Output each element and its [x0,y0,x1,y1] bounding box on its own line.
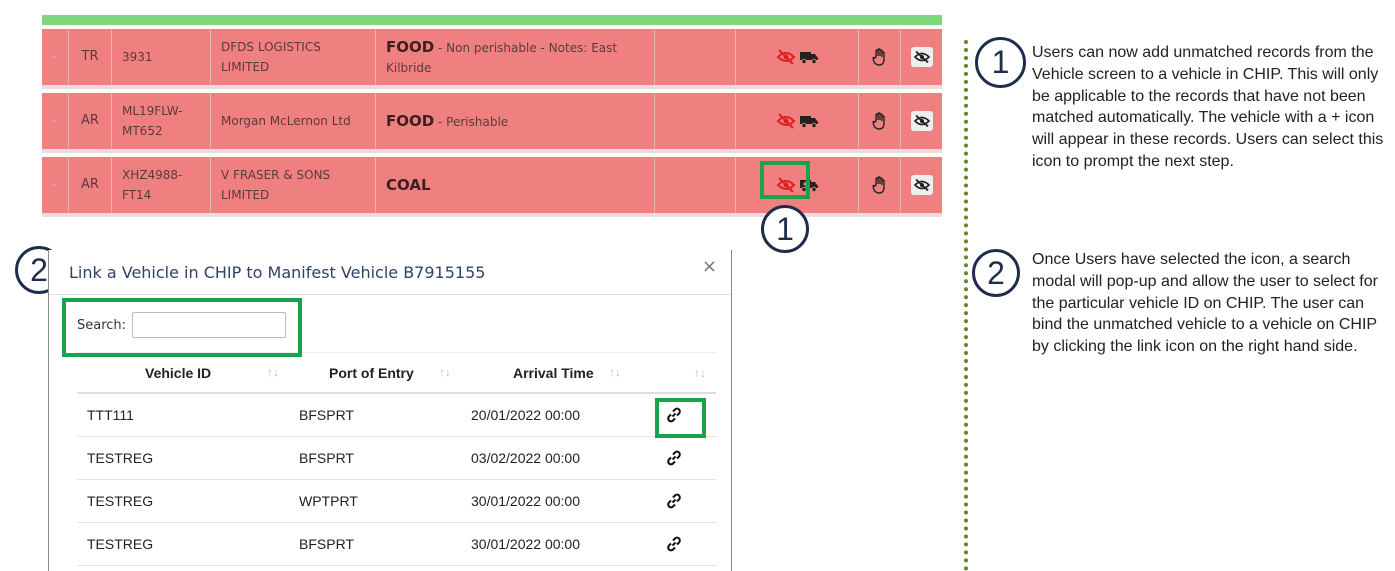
column-header-arrival-time[interactable]: Arrival Time ↑↓ [461,365,631,381]
link-icon-highlight [655,398,706,438]
link-icon[interactable] [666,493,682,509]
hide-cell [901,93,942,149]
hide-toggle-button[interactable] [910,111,933,131]
arrival-cell: 30/01/2022 00:00 [471,493,580,509]
eye-slash-icon [776,113,796,129]
callout-number-1: 1 [761,205,809,253]
eye-slash-icon [913,51,930,63]
status-icons [736,93,859,149]
table-row: TESTREG BFSPRT 30/01/2022 00:00 [77,523,716,566]
triangle-right-icon[interactable]: ▸ [42,157,69,213]
table-row[interactable]: ▸ AR ML19FLW-MT652 Morgan McLernon Ltd F… [42,93,942,153]
arrival-cell: 03/02/2022 00:00 [471,450,580,466]
sort-icon: ↑↓ [267,364,279,379]
vehicle-id-cell: TTT111 [87,407,134,423]
goods-description: FOOD - Non perishable - Notes: East Kilb… [376,29,655,85]
link-icon[interactable] [666,536,682,552]
goods-category: FOOD [386,37,435,56]
status-icons [736,29,859,85]
link-icon[interactable] [666,450,682,466]
empty-cell [655,157,736,213]
goods-category: COAL [386,175,431,194]
port-cell: WPTPRT [299,493,358,509]
search-highlight [62,298,302,357]
truck-icon-highlight [760,161,810,199]
callout-number-2: 2 [972,249,1020,297]
sort-icon: ↑↓ [694,365,706,380]
goods-category: FOOD [386,111,435,130]
modal-title: Link a Vehicle in CHIP to Manifest Vehic… [69,262,486,282]
close-icon[interactable]: × [702,256,717,277]
company-name: V FRASER & SONS LIMITED [211,157,376,213]
eye-slash-icon [913,179,930,191]
modal-header: Link a Vehicle in CHIP to Manifest Vehic… [49,250,731,295]
section-divider [964,40,968,571]
table-header-bar [42,15,942,25]
vehicle-reg: XHZ4988-FT14 [112,157,211,213]
hand-icon[interactable] [871,176,888,194]
truck-icon[interactable] [800,114,818,128]
column-header-port-of-entry[interactable]: Port of Entry ↑↓ [289,365,461,381]
vehicle-reg: ML19FLW-MT652 [112,93,211,149]
goods-description: COAL [376,157,655,213]
column-header-vehicle-id[interactable]: Vehicle ID ↑↓ [77,365,289,381]
eye-slash-icon [913,115,930,127]
link-cell [631,536,716,552]
link-cell [631,450,716,466]
table-row: TESTREG WPTPRT 30/01/2022 00:00 [77,480,716,523]
goods-detail: - Perishable [434,114,509,129]
vehicle-id-cell: TESTREG [87,493,154,509]
vehicle-id-cell: TESTREG [87,536,154,552]
vehicle-id-cell: TESTREG [87,450,154,466]
port-cell: BFSPRT [299,450,354,466]
hide-toggle-button[interactable] [910,175,933,195]
table-row[interactable]: ▸ TR 3931 DFDS LOGISTICS LIMITED FOOD - … [42,29,942,89]
company-name: Morgan McLernon Ltd [211,93,376,149]
hide-cell [901,29,942,85]
triangle-right-icon[interactable]: ▸ [42,29,69,85]
hide-toggle-button[interactable] [910,47,933,67]
vehicle-type: TR [69,29,112,85]
column-header-action[interactable]: ↑↓ [631,366,716,380]
sort-icon: ↑↓ [439,364,451,379]
port-cell: BFSPRT [299,536,354,552]
eye-slash-icon [776,49,796,65]
hold-cell [859,157,901,213]
hold-cell [859,93,901,149]
hold-cell [859,29,901,85]
vehicle-type: AR [69,93,112,149]
table-row: TTT111 BFSPRT 20/01/2022 00:00 [77,394,716,437]
vehicle-reg: 3931 [112,29,211,85]
arrival-cell: 30/01/2022 00:00 [471,536,580,552]
port-cell: BFSPRT [299,407,354,423]
arrival-cell: 20/01/2022 00:00 [471,407,580,423]
truck-icon[interactable] [800,50,818,64]
vehicle-results-table: Vehicle ID ↑↓ Port of Entry ↑↓ Arrival Tim… [77,352,716,566]
table-row: TESTREG BFSPRT 03/02/2022 00:00 [77,437,716,480]
callout-number-1: 1 [975,37,1026,88]
vehicle-type: AR [69,157,112,213]
triangle-right-icon[interactable]: ▸ [42,93,69,149]
note-step-1: Users can now add unmatched records from… [1032,44,1384,170]
hand-icon[interactable] [871,48,888,66]
hand-icon[interactable] [871,112,888,130]
empty-cell [655,29,736,85]
empty-cell [655,93,736,149]
link-cell [631,493,716,509]
sort-icon: ↑↓ [609,364,621,379]
table-header: Vehicle ID ↑↓ Port of Entry ↑↓ Arrival Tim… [77,352,716,394]
note-step-2: Once Users have selected the icon, a sea… [1032,251,1378,356]
screenshot-root: ▸ TR 3931 DFDS LOGISTICS LIMITED FOOD - … [0,0,1395,571]
goods-description: FOOD - Perishable [376,93,655,149]
company-name: DFDS LOGISTICS LIMITED [211,29,376,85]
hide-cell [901,157,942,213]
